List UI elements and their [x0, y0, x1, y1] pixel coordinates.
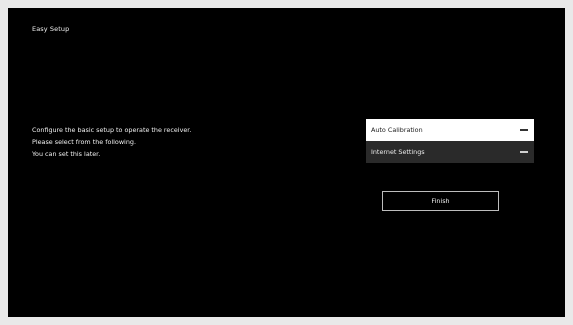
instruction-line: Configure the basic setup to operate the… — [32, 126, 192, 134]
menu-item-auto-calibration[interactable]: Auto Calibration — [366, 119, 534, 141]
setup-menu: Auto Calibration Internet Settings — [366, 119, 534, 163]
menu-item-label: Auto Calibration — [371, 126, 423, 134]
menu-item-label: Internet Settings — [371, 148, 425, 156]
easy-setup-screen: Easy Setup Configure the basic setup to … — [8, 8, 565, 317]
dash-icon — [520, 151, 528, 153]
instruction-line: Please select from the following. — [32, 138, 136, 146]
menu-item-internet-settings[interactable]: Internet Settings — [366, 141, 534, 163]
instructions: Configure the basic setup to operate the… — [32, 124, 191, 160]
dash-icon — [520, 129, 528, 131]
page-title: Easy Setup — [32, 25, 70, 33]
finish-button[interactable]: Finish — [382, 191, 499, 211]
finish-button-label: Finish — [431, 197, 450, 205]
instruction-line: You can set this later. — [32, 150, 101, 158]
